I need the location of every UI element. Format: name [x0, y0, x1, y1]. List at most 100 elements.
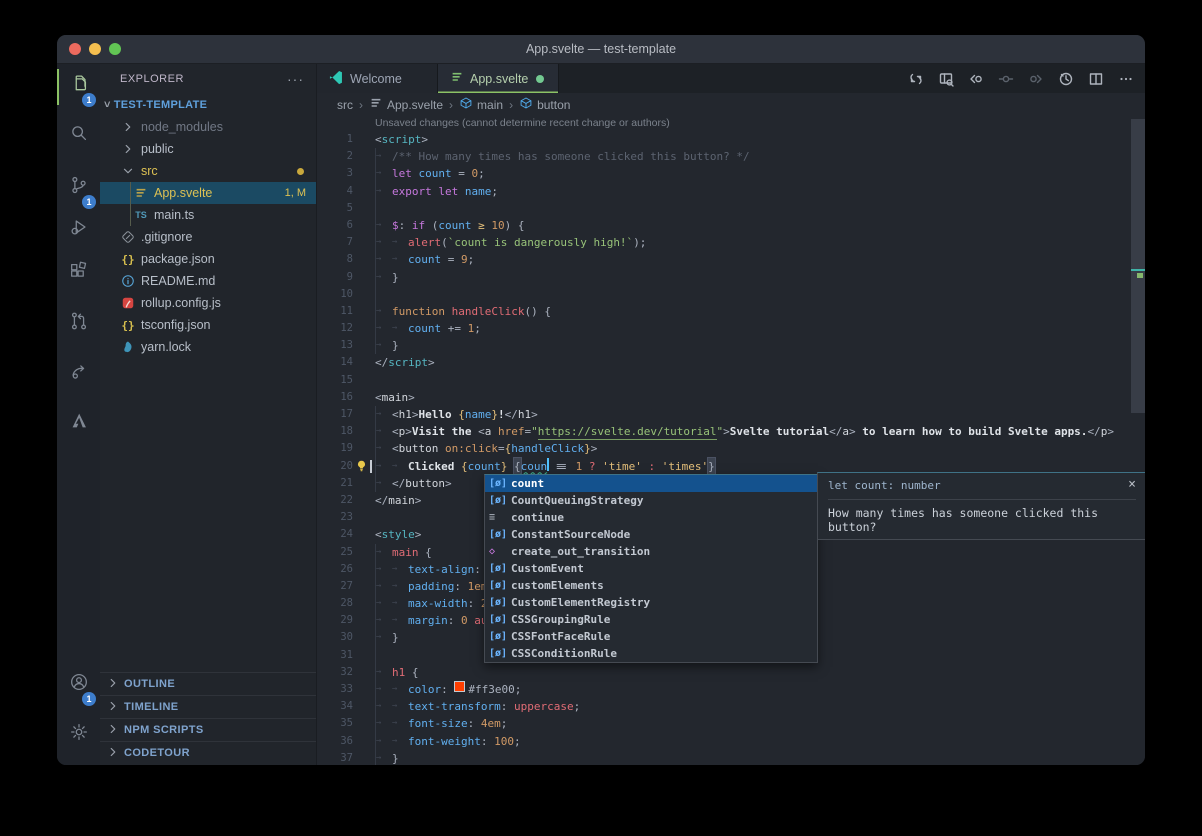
token: main	[382, 389, 409, 406]
token: >	[1107, 423, 1114, 440]
split-editor-icon[interactable]	[1083, 67, 1109, 91]
activity-item-search[interactable]	[57, 122, 100, 152]
workspace-root-item[interactable]: ˅ TEST-TEMPLATE	[100, 94, 316, 116]
more-actions-icon[interactable]: ···	[287, 71, 304, 87]
suggestion-customevent[interactable]: [ø]CustomEvent	[485, 560, 817, 577]
file-item-main-ts[interactable]: TSmain.ts	[100, 204, 316, 226]
line-number: 7	[317, 234, 353, 251]
breadcrumb-label: App.svelte	[387, 98, 443, 112]
suggestion-cssconditionrule[interactable]: [ø]CSSConditionRule	[485, 645, 817, 662]
ts-file-icon: TS	[133, 207, 149, 223]
token: ;	[574, 698, 581, 715]
activity-item-source-control[interactable]: 1	[57, 174, 100, 204]
file-item-yarn-lock[interactable]: yarn.lock	[100, 336, 316, 358]
file-item-public[interactable]: public	[100, 138, 316, 160]
info-icon	[120, 273, 136, 289]
activity-item-account[interactable]: 1	[57, 671, 100, 701]
current-change-icon[interactable]	[993, 67, 1019, 91]
breadcrumb-item-src[interactable]: src	[337, 98, 353, 112]
open-preview-icon[interactable]	[933, 67, 959, 91]
indent-guide: →	[375, 183, 392, 200]
line-number: 25	[317, 544, 353, 561]
breadcrumb-item-main[interactable]: main	[459, 96, 503, 113]
scrollbar-slider[interactable]	[1131, 119, 1145, 413]
code-text: <script>	[375, 131, 1145, 148]
suggestion-continue[interactable]: ≡continue	[485, 509, 817, 526]
suggestion-create_out_transition[interactable]: ◇create_out_transition	[485, 543, 817, 560]
gutter	[353, 372, 375, 389]
tab-welcome[interactable]: Welcome	[317, 64, 438, 93]
open-changes-icon[interactable]	[903, 67, 929, 91]
line-number: 11	[317, 303, 353, 320]
close-icon[interactable]: ×	[1128, 479, 1136, 492]
section-outline[interactable]: OUTLINE	[100, 672, 316, 695]
previous-change-icon[interactable]	[963, 67, 989, 91]
gutter	[353, 183, 375, 200]
token: p	[399, 423, 406, 440]
tab-app-svelte[interactable]: App.svelte	[438, 64, 559, 93]
activity-item-azure[interactable]	[57, 410, 100, 440]
section-timeline[interactable]: TIMELINE	[100, 695, 316, 718]
gutter	[353, 131, 375, 148]
file-item-node-modules[interactable]: node_modules	[100, 116, 316, 138]
indent-guide: →	[392, 698, 408, 715]
suggestion-cssfontfacerule[interactable]: [ø]CSSFontFaceRule	[485, 628, 817, 645]
suggestion-cssgroupingrule[interactable]: [ø]CSSGroupingRule	[485, 611, 817, 628]
token	[485, 217, 492, 234]
vscode-icon	[329, 70, 344, 88]
modified-dot[interactable]	[536, 75, 544, 83]
token: 'times'	[662, 458, 708, 475]
file-item-tsconfig-json[interactable]: {}tsconfig.json	[100, 314, 316, 336]
code-text: →function handleClick() {	[375, 303, 1145, 320]
file-item--gitignore[interactable]: .gitignore	[100, 226, 316, 248]
activity-item-extensions[interactable]	[57, 260, 100, 290]
section-codetour[interactable]: CODETOUR	[100, 741, 316, 764]
indent-guide: →	[392, 681, 408, 698]
hover-doc: How many times has someone clicked this …	[828, 506, 1136, 534]
breadcrumb-item-app-svelte[interactable]: App.svelte	[369, 96, 443, 113]
code-line-9: 9→}	[317, 269, 1145, 286]
code-editor[interactable]: Unsaved changes (cannot determine recent…	[317, 116, 1145, 765]
file-item-rollup-config-js[interactable]: rollup.config.js	[100, 292, 316, 314]
next-change-icon[interactable]	[1023, 67, 1049, 91]
code-line-32: 32→h1 {	[317, 664, 1145, 681]
activity-item-live-share[interactable]	[57, 360, 100, 390]
activity-item-run-debug[interactable]	[57, 216, 100, 246]
suggestion-customelements[interactable]: [ø]customElements	[485, 577, 817, 594]
token: =	[524, 423, 531, 440]
indent-guide: →	[375, 217, 392, 234]
activity-item-github-pr[interactable]	[57, 310, 100, 340]
more-actions-icon[interactable]	[1113, 67, 1139, 91]
suggestion-constantsourcenode[interactable]: [ø]ConstantSourceNode	[485, 526, 817, 543]
token: >	[415, 526, 422, 543]
code-line-12: 12→→count += 1;	[317, 320, 1145, 337]
token: </	[392, 475, 405, 492]
suggestion-count[interactable]: [ø]count	[485, 475, 817, 492]
token: uppercase	[514, 698, 574, 715]
file-item-package-json[interactable]: {}package.json	[100, 248, 316, 270]
timeline-icon[interactable]	[1053, 67, 1079, 91]
line-number: 13	[317, 337, 353, 354]
line-number: 4	[317, 183, 353, 200]
line-number: 12	[317, 320, 353, 337]
suggestion-customelementregistry[interactable]: [ø]CustomElementRegistry	[485, 594, 817, 611]
git-icon	[120, 229, 136, 245]
activity-item-explorer[interactable]: 1	[57, 72, 100, 102]
token: }	[584, 440, 591, 457]
file-item-app-svelte[interactable]: App.svelte1, M	[100, 182, 316, 204]
suggestion-countqueuingstrategy[interactable]: [ø]CountQueuingStrategy	[485, 492, 817, 509]
file-item-readme-md[interactable]: README.md	[100, 270, 316, 292]
section-npm-scripts[interactable]: NPM SCRIPTS	[100, 718, 316, 741]
line-number: 31	[317, 647, 353, 664]
breadcrumb-item-button[interactable]: button	[519, 96, 570, 113]
activity-item-settings[interactable]	[57, 721, 100, 751]
yarn-icon	[120, 339, 136, 355]
file-item-src[interactable]: src	[100, 160, 316, 182]
codelens-annotation[interactable]: Unsaved changes (cannot determine recent…	[317, 116, 1145, 131]
line-number: 29	[317, 612, 353, 629]
token: ?	[589, 458, 596, 475]
editor-scrollbar[interactable]	[1131, 116, 1145, 765]
token: Clicked	[408, 458, 461, 475]
token: ≥	[478, 217, 485, 234]
gutter	[353, 509, 375, 526]
